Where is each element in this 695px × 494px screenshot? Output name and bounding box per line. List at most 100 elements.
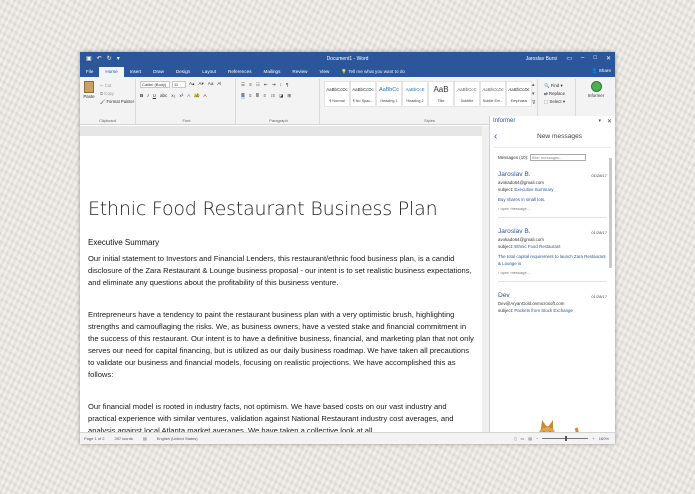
print-layout-icon[interactable]: ▭ [521, 436, 525, 441]
change-case-icon[interactable]: Aa [208, 81, 214, 87]
language-status[interactable]: English (United States) [157, 436, 198, 441]
grow-font-icon[interactable]: A▴ [189, 81, 194, 87]
read-mode-icon[interactable]: ▯ [514, 436, 516, 441]
word-count[interactable]: 397 words [114, 436, 132, 441]
zoom-level[interactable]: 160% [599, 436, 609, 441]
align-right-icon[interactable]: ≣ [256, 93, 260, 99]
page-count[interactable]: Page 1 of 2 [84, 436, 104, 441]
numbering-icon[interactable]: ≡ [249, 82, 252, 88]
subject-label: subject: [498, 244, 514, 249]
pane-options-icon[interactable]: ▾ [598, 118, 601, 124]
clear-format-icon[interactable]: A̸ [217, 81, 220, 87]
tell-me-box[interactable]: 💡 Tell me what you want to do [341, 67, 405, 77]
zoom-out-icon[interactable]: − [536, 436, 538, 441]
show-marks-icon[interactable]: ¶ [286, 82, 288, 88]
font-group-label: Font [182, 118, 191, 123]
font-color-icon[interactable]: A [203, 93, 206, 98]
copy-button[interactable]: ⧉ Copy [100, 90, 134, 98]
back-arrow-icon[interactable]: ‹ [494, 131, 508, 142]
style-normal[interactable]: AaBbCcDc ¶ Normal [324, 81, 350, 107]
document-page[interactable]: Ethnic Food Restaurant Business Plan Exe… [80, 136, 482, 436]
find-button[interactable]: 🔍 Find ▾ [544, 82, 565, 90]
line-spacing-icon[interactable]: ↕≡ [270, 93, 275, 99]
replace-icon: ⇄ [544, 91, 548, 96]
tab-review[interactable]: Review [286, 67, 313, 77]
shading-icon[interactable]: ◪ [279, 93, 283, 99]
style-sample: AaBbCcDc [482, 87, 504, 92]
style-emphasis[interactable]: AaBbCcDc Emphasis [506, 81, 532, 107]
tab-insert[interactable]: Insert [124, 67, 148, 77]
underline-icon[interactable]: U [153, 93, 156, 98]
bold-icon[interactable]: B [140, 93, 143, 98]
style-title[interactable]: AaB Title [428, 81, 454, 107]
italic-icon[interactable]: I [147, 93, 148, 98]
format-painter-button[interactable]: 🖌 Format Painter [100, 98, 134, 106]
justify-icon[interactable]: ≡ [263, 93, 266, 99]
message-item[interactable]: Dev 01/28/17 Dev@AryanGold.onmicrosoft.c… [498, 292, 607, 323]
minimize-icon[interactable]: – [581, 55, 584, 62]
person-icon: 👤 [591, 68, 598, 73]
font-name-select[interactable]: Calibri (Body) [140, 81, 170, 88]
ribbon-display-icon[interactable]: ▭ [566, 55, 572, 62]
increase-indent-icon[interactable]: ⇥ [272, 82, 276, 88]
proofing-icon[interactable]: ▤ [143, 436, 147, 441]
cut-button[interactable]: ✂ Cut [100, 82, 134, 90]
tab-layout[interactable]: Layout [196, 67, 222, 77]
user-name[interactable]: Jaroslav Bursi [526, 56, 557, 62]
maximize-icon[interactable]: □ [593, 55, 597, 62]
ribbon-tabs: File Home Insert Draw Design Layout Refe… [80, 65, 615, 77]
tab-draw[interactable]: Draw [147, 67, 170, 77]
sort-icon[interactable]: ↕ [280, 82, 282, 88]
borders-icon[interactable]: ⊞ [287, 93, 291, 99]
paragraph: Our initial statement to Investors and F… [88, 254, 472, 287]
open-message-link[interactable]: › open message... [498, 206, 607, 211]
style-subtle-emphasis[interactable]: AaBbCcDc Subtle Em... [480, 81, 506, 107]
bullets-icon[interactable]: ☰ [241, 82, 245, 88]
message-subject-row: subject: Ethnic Food Restaurant [498, 244, 607, 249]
tab-references[interactable]: References [222, 67, 258, 77]
paste-button[interactable]: Paste [83, 81, 95, 99]
share-button[interactable]: 👤 Share [592, 66, 611, 76]
tab-mailings[interactable]: Mailings [258, 67, 287, 77]
messages-count-label: Messages (10): [498, 155, 529, 160]
tab-view[interactable]: View [313, 67, 335, 77]
tell-me-label: Tell me what you want to do [348, 69, 405, 74]
tab-file[interactable]: File [80, 67, 99, 77]
tab-design[interactable]: Design [170, 67, 196, 77]
subscript-icon[interactable]: x₂ [171, 93, 175, 98]
style-subtitle[interactable]: AaBbCcC Subtitle [454, 81, 480, 107]
filter-input[interactable]: filter messages... [530, 154, 587, 161]
informer-button[interactable]: Informer [584, 81, 608, 98]
style-heading-1[interactable]: AaBbCc Heading 1 [376, 81, 402, 107]
web-layout-icon[interactable]: ▤ [528, 436, 532, 441]
tab-home[interactable]: Home [99, 67, 124, 77]
subject-label: subject: [498, 187, 514, 192]
zoom-in-icon[interactable]: + [592, 436, 594, 441]
zoom-slider-thumb[interactable] [565, 436, 568, 441]
style-no-spacing[interactable]: AaBbCcDc ¶ No Spac... [350, 81, 376, 107]
multilevel-list-icon[interactable]: ☷ [256, 82, 260, 88]
decrease-indent-icon[interactable]: ⇤ [264, 82, 268, 88]
style-sample: AaBbCcDc [326, 87, 348, 92]
select-button[interactable]: ⬚ Select ▾ [544, 98, 565, 106]
text-effects-icon[interactable]: A [187, 93, 190, 98]
message-item[interactable]: Jaroslav B. 01/28/17 avokado64@gmail.com… [498, 228, 607, 282]
font-size-select[interactable]: 11 [172, 81, 186, 88]
shrink-font-icon[interactable]: A▾ [198, 81, 203, 87]
pane-close-icon[interactable]: ✕ [607, 118, 612, 125]
pane-scrollbar[interactable] [609, 158, 612, 268]
message-subject: Ethnic Food Restaurant [514, 244, 561, 249]
align-center-icon[interactable]: ≡ [249, 93, 252, 99]
strikethrough-icon[interactable]: abc [160, 93, 167, 98]
message-item[interactable]: Jaroslav B. 01/28/17 avokado64@gmail.com… [498, 171, 607, 218]
superscript-icon[interactable]: x² [179, 93, 183, 98]
document-scrollbar[interactable] [482, 126, 489, 432]
style-heading-2[interactable]: AaBbCcE Heading 2 [402, 81, 428, 107]
styles-more-icon[interactable]: ▴ ▾ ⊽ [532, 81, 536, 108]
open-message-link[interactable]: › open message... [498, 270, 607, 275]
align-left-icon[interactable]: ≣ [241, 93, 245, 99]
zoom-slider[interactable] [542, 436, 589, 441]
replace-button[interactable]: ⇄ Replace [544, 90, 565, 98]
close-icon[interactable]: ✕ [606, 55, 611, 62]
highlight-icon[interactable]: ab [194, 93, 200, 98]
